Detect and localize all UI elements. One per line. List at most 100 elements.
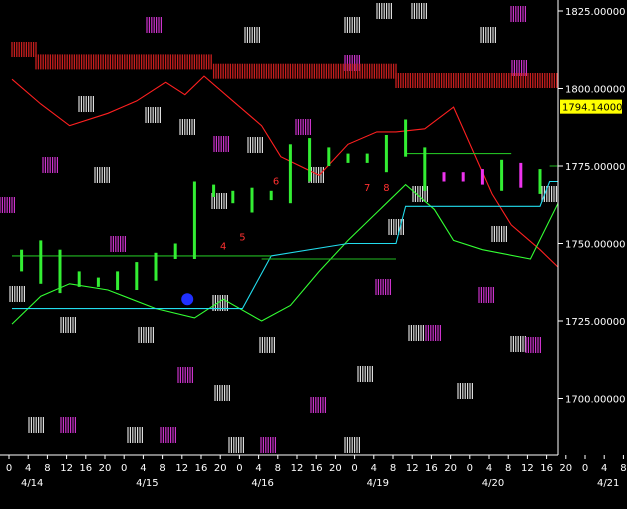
- x-tick-label-31: 4: [601, 463, 607, 474]
- price-bar-26: [519, 162, 523, 188]
- square-marker-8: [78, 96, 95, 112]
- square-marker-47: [344, 437, 360, 453]
- square-marker-30: [138, 327, 154, 343]
- price-bar-14: [288, 144, 292, 204]
- price-bar-1: [39, 240, 43, 284]
- square-marker-41: [28, 417, 45, 433]
- square-marker-42: [60, 417, 77, 433]
- square-marker-38: [214, 385, 230, 401]
- y-tick-label-1: 1800.00000: [565, 85, 625, 96]
- x-tick-label-9: 12: [175, 463, 188, 474]
- price-bar-20: [404, 119, 408, 157]
- x-tick-label-17: 20: [329, 463, 342, 474]
- signal-marker-0: [181, 293, 194, 306]
- bar-count-label-3: 7: [364, 183, 370, 194]
- x-tick-label-2: 8: [44, 463, 50, 474]
- price-bar-6: [135, 262, 139, 290]
- x-tick-label-4: 16: [79, 463, 92, 474]
- bar-count-label-4: 8: [383, 183, 389, 194]
- square-marker-26: [60, 317, 77, 333]
- x-tick-label-18: 0: [351, 463, 357, 474]
- x-tick-label-6: 0: [121, 463, 127, 474]
- square-marker-31: [177, 367, 193, 383]
- last-price-label: 1794.14000: [562, 103, 622, 114]
- square-marker-24: [491, 226, 507, 242]
- square-marker-1: [344, 17, 360, 33]
- square-marker-17: [0, 197, 15, 213]
- square-marker-43: [127, 427, 143, 443]
- square-marker-22: [541, 186, 558, 202]
- x-tick-label-11: 20: [214, 463, 227, 474]
- square-marker-32: [259, 337, 275, 353]
- y-tick-label-0: 1825.00000: [565, 7, 625, 18]
- x-tick-label-8: 8: [159, 463, 165, 474]
- square-marker-28: [375, 279, 391, 295]
- x-tick-label-13: 4: [255, 463, 261, 474]
- price-bar-18: [365, 153, 369, 163]
- square-marker-27: [478, 287, 494, 303]
- square-marker-33: [408, 325, 424, 341]
- x-tick-label-7: 4: [140, 463, 146, 474]
- x-tick-label-32: 8: [620, 463, 626, 474]
- square-marker-21: [308, 167, 324, 183]
- price-chart: 4-20-2021 8:00 45678231234 1825.00000180…: [0, 0, 627, 505]
- price-bar-12: [250, 187, 254, 213]
- x-date-label-1: 4/15: [136, 478, 158, 489]
- bar-count-label-1: 5: [239, 232, 245, 243]
- price-bar-13: [269, 190, 273, 201]
- x-date-label-5: 4/21: [597, 478, 619, 489]
- price-bar-25: [500, 159, 504, 191]
- square-marker-36: [525, 337, 542, 353]
- square-marker-25: [9, 286, 25, 302]
- x-tick-label-3: 12: [60, 463, 73, 474]
- square-marker-6: [480, 27, 496, 43]
- x-tick-label-20: 8: [390, 463, 396, 474]
- price-bar-27: [538, 169, 542, 194]
- square-marker-34: [425, 325, 441, 341]
- y-tick-label-3: 1750.00000: [565, 240, 625, 251]
- x-date-label-4: 4/20: [482, 478, 504, 489]
- x-tick-label-23: 20: [444, 463, 457, 474]
- x-date-label-2: 4/16: [251, 478, 273, 489]
- price-bar-7: [154, 252, 158, 281]
- x-tick-label-16: 16: [310, 463, 323, 474]
- x-tick-label-30: 0: [582, 463, 588, 474]
- y-tick-label-5: 1700.00000: [565, 395, 625, 406]
- x-tick-label-0: 0: [6, 463, 12, 474]
- square-marker-11: [42, 157, 59, 173]
- square-marker-39: [457, 383, 473, 399]
- x-tick-label-14: 8: [275, 463, 281, 474]
- square-marker-46: [260, 437, 276, 453]
- price-bar-19: [384, 135, 388, 173]
- price-bar-23: [461, 172, 465, 182]
- price-bar-10: [212, 184, 216, 197]
- y-tick-label-2: 1775.00000: [565, 162, 625, 173]
- square-marker-12: [94, 167, 111, 183]
- x-tick-label-12: 0: [236, 463, 242, 474]
- square-marker-15: [247, 137, 263, 153]
- price-bar-17: [346, 153, 350, 163]
- square-marker-35: [510, 336, 527, 352]
- x-tick-label-22: 16: [425, 463, 438, 474]
- x-tick-label-19: 4: [371, 463, 377, 474]
- price-bar-4: [96, 277, 100, 287]
- x-tick-label-25: 4: [486, 463, 492, 474]
- square-marker-45: [228, 437, 244, 453]
- square-marker-0: [146, 17, 162, 33]
- price-bar-9: [192, 181, 196, 259]
- price-bar-0: [20, 249, 24, 272]
- bar-count-label-2: 6: [273, 177, 279, 188]
- price-bar-5: [116, 271, 120, 290]
- x-tick-label-24: 0: [467, 463, 473, 474]
- square-marker-16: [295, 119, 311, 135]
- square-marker-2: [376, 3, 392, 19]
- square-marker-37: [357, 366, 373, 382]
- square-marker-40: [310, 397, 326, 413]
- y-axis-background: [558, 0, 627, 505]
- price-bar-3: [77, 271, 81, 287]
- price-bar-16: [327, 147, 331, 166]
- x-date-label-3: 4/19: [367, 478, 389, 489]
- x-date-label-0: 4/14: [21, 478, 43, 489]
- x-tick-label-26: 8: [505, 463, 511, 474]
- y-tick-label-4: 1725.00000: [565, 317, 625, 328]
